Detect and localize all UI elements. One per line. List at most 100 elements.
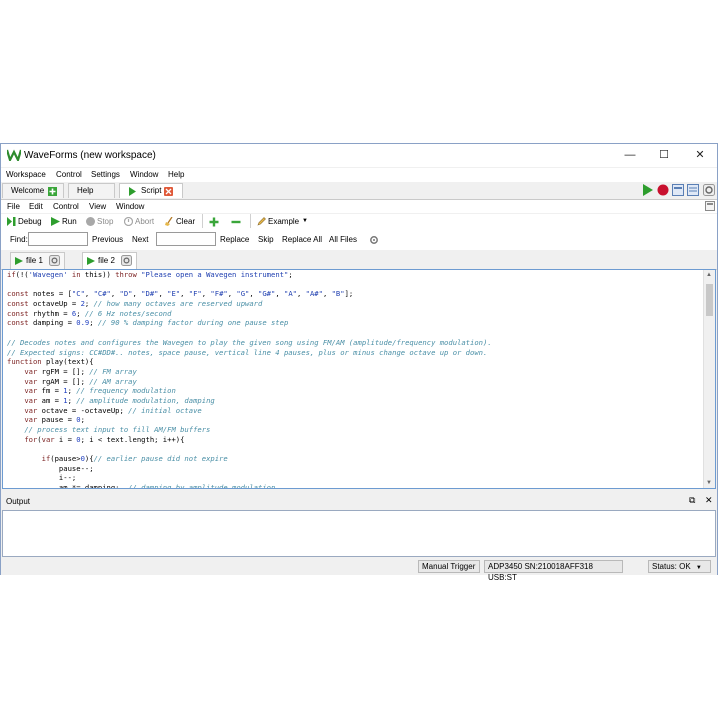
code-token: 6: [71, 308, 77, 318]
editor-scroll-thumb[interactable]: [706, 284, 713, 316]
code-content[interactable]: if(!('Wavegen' in this)) throw "Please o…: [7, 270, 492, 488]
tab-help[interactable]: Help: [68, 183, 115, 198]
settings-gear-icon[interactable]: [703, 184, 715, 196]
app-window: WaveForms (new workspace) — ☐ ✕ Workspac…: [0, 143, 718, 582]
code-token: for: [24, 434, 38, 444]
abort-button[interactable]: Abort: [121, 214, 159, 229]
code-line[interactable]: const octaveUp = 2; // how many octaves …: [7, 299, 492, 309]
previous-button[interactable]: Previous: [92, 235, 123, 244]
code-line[interactable]: if(!('Wavegen' in this)) throw "Please o…: [7, 270, 492, 280]
find-options-gear-icon[interactable]: [369, 235, 379, 245]
file-2-play-icon: [87, 257, 95, 265]
record-icon[interactable]: [657, 184, 669, 196]
find-input[interactable]: [28, 232, 88, 246]
plus-icon[interactable]: [48, 187, 57, 196]
code-token: const: [7, 308, 29, 318]
code-line[interactable]: var rgAM = []; // AM array: [7, 377, 492, 387]
toolbar-divider-2: [250, 214, 251, 228]
example-dropdown[interactable]: Example ▼: [255, 214, 311, 229]
code-line[interactable]: const rhythm = 6; // 6 Hz notes/second: [7, 309, 492, 319]
code-line[interactable]: var pause = 0;: [7, 415, 492, 425]
menu-workspace[interactable]: Workspace: [6, 170, 46, 179]
code-token: var: [24, 405, 38, 415]
code-line[interactable]: var rgFM = []; // FM array: [7, 367, 492, 377]
code-line[interactable]: [7, 280, 492, 290]
file-1-settings-icon[interactable]: [49, 255, 60, 266]
code-editor[interactable]: if(!('Wavegen' in this)) throw "Please o…: [2, 269, 716, 489]
tab-welcome[interactable]: Welcome: [2, 183, 64, 198]
scroll-up-icon[interactable]: ▲: [706, 272, 712, 278]
stop-button[interactable]: Stop: [83, 214, 119, 229]
code-line[interactable]: for(var i = 0; i < text.length; i++){: [7, 435, 492, 445]
manual-trigger-button[interactable]: Manual Trigger: [418, 560, 480, 573]
tab-file-1[interactable]: file 1: [10, 252, 65, 269]
code-token: if: [7, 270, 16, 279]
code-line[interactable]: var am = 1; // amplitude modulation, dam…: [7, 396, 492, 406]
code-line[interactable]: const damping = 0.9; // 90 % damping fac…: [7, 318, 492, 328]
editor-scrollbar[interactable]: ▲ ▼: [703, 270, 715, 488]
stop-label: Stop: [97, 217, 114, 226]
file-2-settings-icon[interactable]: [121, 255, 132, 266]
layout-split-icon[interactable]: [687, 184, 699, 196]
code-line[interactable]: function play(text){: [7, 357, 492, 367]
menu-help[interactable]: Help: [168, 170, 184, 179]
restore-panel-icon[interactable]: [705, 201, 715, 211]
code-line[interactable]: if(pause>0){// earlier pause did not exp…: [7, 454, 492, 464]
output-console[interactable]: [2, 510, 716, 557]
code-line[interactable]: // process text input to fill AM/FM buff…: [7, 425, 492, 435]
replace-button[interactable]: Replace: [220, 235, 249, 244]
code-token: 2: [80, 299, 85, 309]
debug-icon: [7, 217, 16, 226]
add-file-icon[interactable]: [209, 217, 219, 227]
code-line[interactable]: pause--;: [7, 464, 492, 474]
file-1-label: file 1: [26, 256, 43, 265]
code-token: "F#": [210, 289, 228, 299]
code-line[interactable]: const notes = ["C", "C#", "D", "D#", "E"…: [7, 289, 492, 299]
script-toolbar: Debug Run Stop Abort Clear Example ▼: [1, 214, 717, 231]
layout-window-icon[interactable]: [672, 184, 684, 196]
status-indicator[interactable]: Status: OK ▼: [648, 560, 711, 573]
remove-file-icon[interactable]: [231, 217, 241, 227]
code-line[interactable]: am *= damping; // damping by amplitude m…: [7, 483, 492, 488]
code-line[interactable]: [7, 444, 492, 454]
output-close-icon[interactable]: ✕: [705, 495, 713, 506]
run-button[interactable]: Run: [48, 214, 80, 229]
menu-window[interactable]: Window: [130, 170, 158, 179]
device-info[interactable]: ADP3450 SN:210018AFF318 USB:ST: [484, 560, 623, 582]
menu-window-script[interactable]: Window: [116, 202, 144, 211]
replace-all-button[interactable]: Replace All: [282, 235, 322, 244]
tab-file-2[interactable]: file 2: [82, 252, 137, 269]
maximize-button[interactable]: ☐: [649, 147, 679, 163]
next-button[interactable]: Next: [132, 235, 148, 244]
code-line[interactable]: var octave = -octaveUp; // initial octav…: [7, 406, 492, 416]
all-files-button[interactable]: All Files: [329, 235, 357, 244]
clear-button[interactable]: Clear: [162, 214, 198, 229]
menu-file[interactable]: File: [7, 202, 20, 211]
close-tab-icon[interactable]: [164, 187, 173, 196]
replace-input[interactable]: [156, 232, 216, 246]
menu-edit[interactable]: Edit: [29, 202, 43, 211]
menu-control-script[interactable]: Control: [53, 202, 79, 211]
debug-button[interactable]: Debug: [4, 214, 44, 229]
menu-settings[interactable]: Settings: [91, 170, 120, 179]
minimize-button[interactable]: —: [615, 147, 645, 163]
pin-icon[interactable]: ⧉: [689, 495, 695, 506]
run-all-icon[interactable]: [642, 184, 654, 196]
skip-button[interactable]: Skip: [258, 235, 274, 244]
file-tabs: file 1 file 2: [1, 250, 717, 270]
code-token: const: [7, 289, 29, 299]
menu-view[interactable]: View: [89, 202, 106, 211]
code-line[interactable]: // Expected signs: CC#DD#.. notes, space…: [7, 348, 492, 358]
scroll-down-icon[interactable]: ▼: [706, 480, 712, 486]
code-line[interactable]: i--;: [7, 473, 492, 483]
code-line[interactable]: [7, 328, 492, 338]
close-button[interactable]: ✕: [685, 147, 715, 163]
code-line[interactable]: var fm = 1; // frequency modulation: [7, 386, 492, 396]
code-token: 0: [80, 454, 85, 464]
code-token: // AM array: [89, 376, 137, 386]
tab-script[interactable]: Script: [119, 183, 183, 198]
code-line[interactable]: // Decodes notes and configures the Wave…: [7, 338, 492, 348]
code-token: var: [24, 366, 38, 376]
menu-control[interactable]: Control: [56, 170, 82, 179]
code-token: throw: [115, 270, 137, 279]
